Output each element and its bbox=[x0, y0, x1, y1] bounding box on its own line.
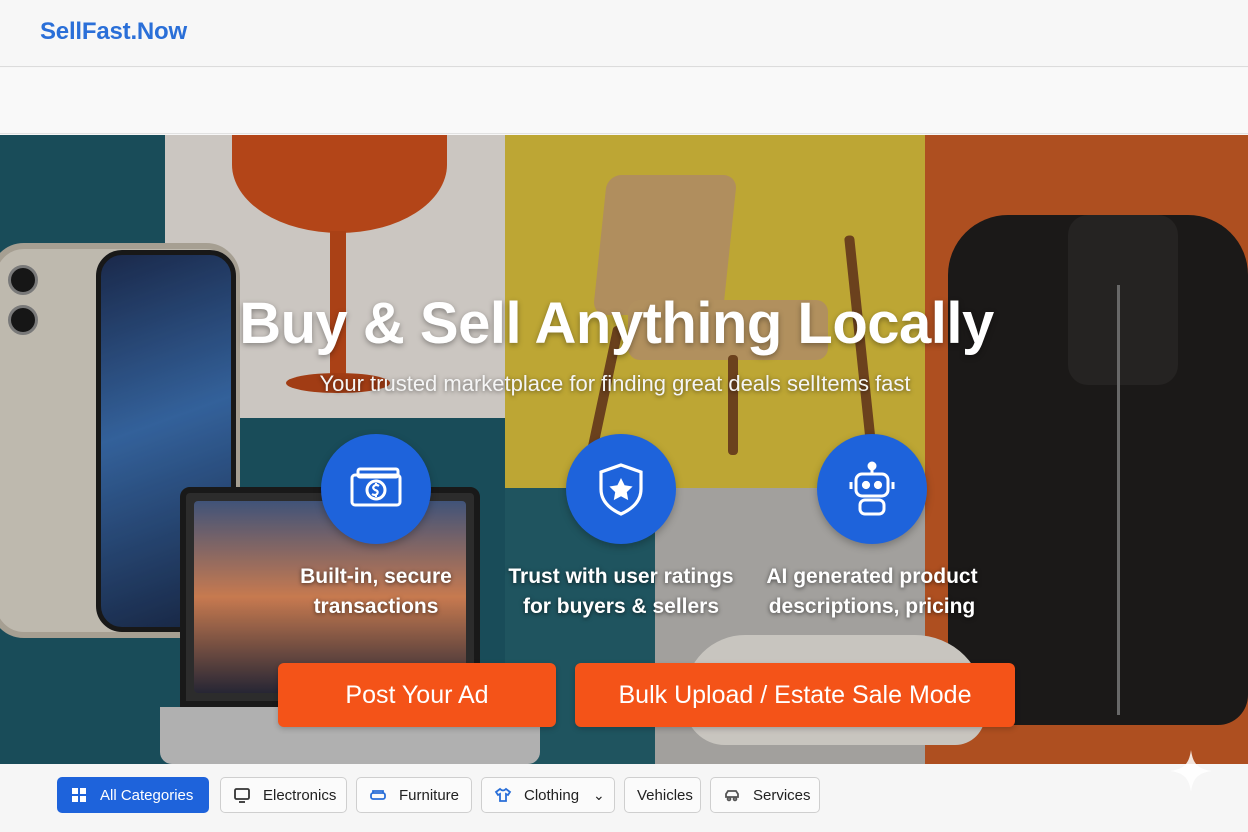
feature-text: Built-in, secure transactions bbox=[300, 565, 452, 618]
post-ad-button[interactable]: Post Your Ad bbox=[278, 663, 556, 727]
sub-bar bbox=[0, 68, 1248, 134]
category-label: Vehicles bbox=[637, 786, 693, 804]
category-bar: All Categories Electronics Furniture Clo… bbox=[0, 764, 1248, 832]
feature-text: Trust with user ratings for buyers & sel… bbox=[508, 565, 734, 618]
shield-star-icon bbox=[599, 463, 643, 516]
category-chip-vehicles[interactable]: Vehicles bbox=[624, 777, 701, 813]
category-label: Furniture bbox=[399, 786, 460, 804]
category-chip-clothing[interactable]: Clothing ⌄ bbox=[481, 777, 615, 813]
category-chip-furniture[interactable]: Furniture bbox=[356, 777, 472, 813]
sparkle-icon bbox=[1170, 750, 1212, 792]
hero-banner: Buy & Sell Anything Locally Your trusted… bbox=[0, 135, 1248, 764]
bulk-upload-button[interactable]: Bulk Upload / Estate Sale Mode bbox=[575, 663, 1015, 727]
monitor-icon bbox=[233, 786, 251, 804]
feature-icon-circle bbox=[566, 434, 676, 544]
chevron-down-icon: ⌄ bbox=[593, 786, 605, 803]
category-label: Services bbox=[753, 786, 811, 804]
category-chip-services[interactable]: Services bbox=[710, 777, 820, 813]
hero-subtitle: Your trusted marketplace for finding gre… bbox=[319, 371, 911, 396]
category-chip-all[interactable]: All Categories bbox=[57, 777, 209, 813]
top-bar: SellFast.Now bbox=[0, 0, 1248, 67]
brand-logo[interactable]: SellFast.Now bbox=[40, 18, 187, 46]
feature-ai-descriptions: AI generated product descriptions, prici… bbox=[742, 434, 1002, 622]
category-chip-electronics[interactable]: Electronics bbox=[220, 777, 347, 813]
money-icon bbox=[350, 467, 402, 507]
feature-secure-transactions: Built-in, secure transactions bbox=[246, 434, 506, 622]
category-label: All Categories bbox=[100, 786, 194, 804]
grid-icon bbox=[70, 786, 88, 804]
car-icon bbox=[723, 786, 741, 804]
category-label: Electronics bbox=[263, 786, 337, 804]
sofa-icon bbox=[369, 786, 387, 804]
hero-title: Buy & Sell Anything Locally bbox=[239, 291, 994, 356]
feature-icon-circle bbox=[817, 434, 927, 544]
feature-text: AI generated product descriptions, prici… bbox=[766, 565, 978, 618]
feature-icon-circle bbox=[321, 434, 431, 544]
shirt-icon bbox=[494, 786, 512, 804]
page: SellFast.Now Buy & Sell Anything Locally… bbox=[0, 0, 1248, 832]
category-label: Clothing bbox=[524, 786, 580, 804]
feature-user-ratings: Trust with user ratings for buyers & sel… bbox=[491, 434, 751, 622]
robot-icon bbox=[849, 461, 895, 516]
